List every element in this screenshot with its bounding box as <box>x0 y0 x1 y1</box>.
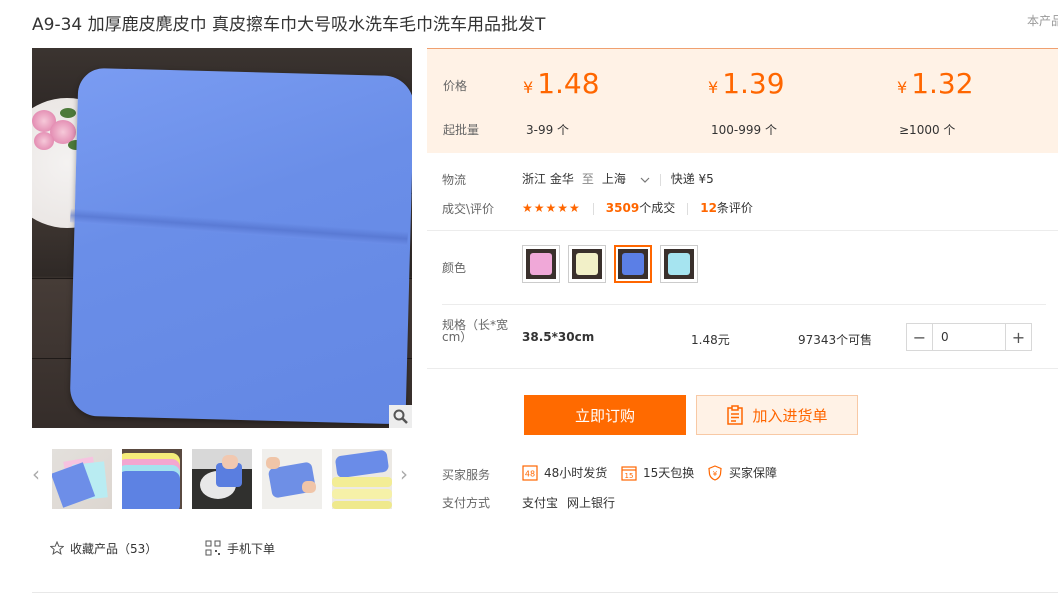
min-quantity-label: 起批量 <box>443 123 480 137</box>
deals-info: ★★★★★ 3509个成交 12条评价 <box>522 199 753 216</box>
decrease-button[interactable]: − <box>907 324 933 350</box>
qty-tier-2: 100-999 个 <box>711 123 777 137</box>
spec-price: 1.48元 <box>691 333 730 347</box>
qty-tier-3: ≥1000 个 <box>899 123 956 137</box>
add-to-cart-label: 加入进货单 <box>752 406 828 425</box>
mobile-order-button[interactable]: 手机下单 <box>205 540 275 559</box>
price-tier-3: ¥1.32 <box>897 67 974 100</box>
chamois-cloth <box>69 67 412 425</box>
quantity-input[interactable] <box>933 324 1005 350</box>
48-hour-icon: 48 <box>522 464 538 481</box>
thumbnail-next-icon[interactable]: › <box>400 462 408 486</box>
svg-text:¥: ¥ <box>713 470 718 478</box>
color-swatch-cream[interactable] <box>568 245 606 283</box>
payment-online-bank: 网上银行 <box>567 496 616 510</box>
to-word: 至 <box>581 172 594 186</box>
color-label: 颜色 <box>442 261 467 275</box>
favorite-button[interactable]: 收藏产品（53） <box>49 540 158 558</box>
logistics-info: 浙江 金华至上海 快递 ¥5 <box>522 170 714 187</box>
add-to-cart-button[interactable]: 加入进货单 <box>696 395 858 435</box>
spec-size: 38.5*30cm <box>522 330 595 344</box>
price-label: 价格 <box>443 79 468 93</box>
svg-text:15: 15 <box>625 472 634 480</box>
color-swatch-blue[interactable] <box>614 245 652 283</box>
main-product-image[interactable] <box>32 48 412 428</box>
thumbnail-2[interactable] <box>122 449 182 509</box>
thumbnail-prev-icon[interactable]: ‹ <box>32 462 40 486</box>
favorite-label: 收藏产品（53） <box>70 542 158 556</box>
thumbnail-3[interactable] <box>192 449 252 509</box>
express-fee: 快递 ¥5 <box>670 172 714 186</box>
15-day-icon: 15 <box>621 465 637 481</box>
service-48h-shipping[interactable]: 48 48小时发货 <box>522 464 607 481</box>
qr-code-icon <box>205 540 221 559</box>
chevron-down-icon <box>640 177 650 183</box>
service-15-day-exchange[interactable]: 15 15天包换 <box>621 464 694 481</box>
payment-alipay: 支付宝 <box>522 496 559 510</box>
spec-stock: 97343个可售 <box>798 333 873 347</box>
qty-tier-1: 3-99 个 <box>526 123 570 137</box>
price-tier-2: ¥1.39 <box>708 67 785 100</box>
zoom-icon[interactable] <box>389 405 412 428</box>
quantity-stepper[interactable]: − + <box>906 323 1032 351</box>
deals-label: 成交\评价 <box>442 202 495 216</box>
thumbnail-5[interactable] <box>332 449 392 509</box>
star-outline-icon <box>49 540 65 558</box>
clipboard-icon <box>727 405 744 425</box>
rating-stars: ★★★★★ <box>522 201 581 215</box>
color-swatch-light-blue[interactable] <box>660 245 698 283</box>
shield-icon: ¥ <box>708 464 722 481</box>
increase-button[interactable]: + <box>1005 324 1031 350</box>
mobile-order-label: 手机下单 <box>227 542 276 556</box>
product-title-extra: 本产品 <box>1027 14 1058 28</box>
product-title: A9-34 加厚鹿皮麂皮巾 真皮擦车巾大号吸水洗车毛巾洗车用品批发T <box>32 15 546 35</box>
price-panel: 价格 起批量 ¥1.48 ¥1.39 ¥1.32 3-99 个 100-999 … <box>427 48 1058 153</box>
spec-label: 规格（长*宽cm） <box>442 318 509 344</box>
price-tier-1: ¥1.48 <box>523 67 600 100</box>
services-label: 买家服务 <box>442 468 491 482</box>
payment-label: 支付方式 <box>442 496 491 510</box>
svg-text:48: 48 <box>525 469 535 478</box>
service-buyer-protection[interactable]: ¥ 买家保障 <box>707 464 777 481</box>
thumbnail-1[interactable] <box>52 449 112 509</box>
deal-count-link[interactable]: 3509个成交 <box>606 201 675 215</box>
review-count-link[interactable]: 12条评价 <box>700 201 753 215</box>
buy-now-button[interactable]: 立即订购 <box>524 395 686 435</box>
logistics-label: 物流 <box>442 173 467 187</box>
color-swatch-pink[interactable] <box>522 245 560 283</box>
ship-to-select[interactable]: 上海 <box>602 172 650 186</box>
ship-from: 浙江 金华 <box>522 172 574 186</box>
thumbnail-4[interactable] <box>262 449 322 509</box>
